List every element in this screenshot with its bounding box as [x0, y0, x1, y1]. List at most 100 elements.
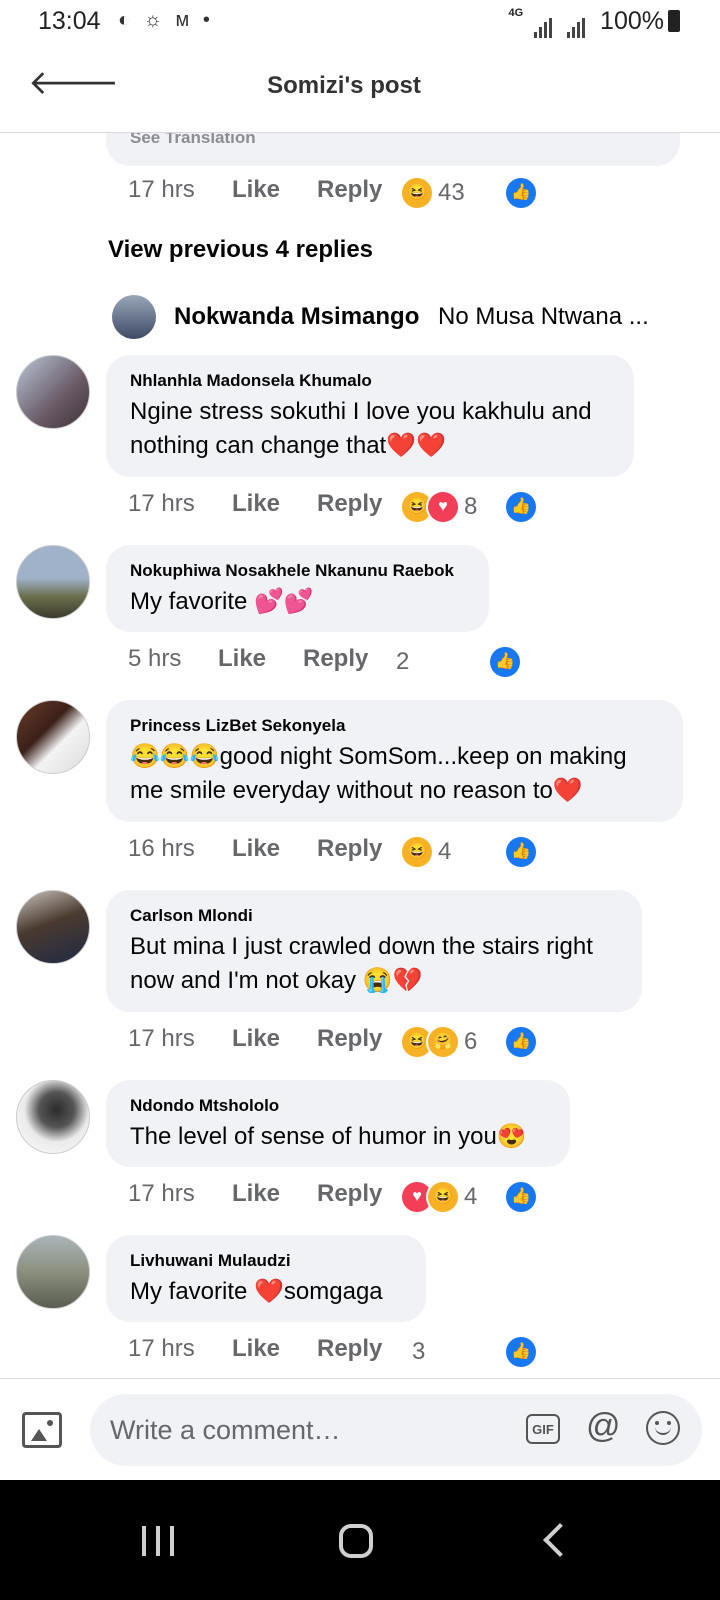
reaction-count: 4 — [438, 838, 452, 865]
comment-author[interactable]: Livhuwani Mulaudzi — [130, 1251, 402, 1271]
comment-composer: GIF @ — [0, 1378, 720, 1479]
reaction-summary[interactable]: 😆 🤗 👍 6 — [402, 1024, 536, 1060]
reaction-count: 8 — [464, 493, 478, 520]
like-button[interactable]: Like — [232, 1021, 280, 1057]
like-reaction-icon: 👍 — [506, 837, 536, 867]
reply-button[interactable]: Reply — [317, 172, 382, 208]
app-header: 🡐 Somizi's post — [0, 44, 720, 133]
like-button[interactable]: Like — [232, 1176, 280, 1212]
reaction-summary[interactable]: 👍 3 — [402, 1334, 536, 1370]
comment-meta: 17 hrs Like Reply 👍 😆 ♥ 8 — [128, 486, 688, 522]
comment-bubble[interactable]: Nokuphiwa Nosakhele Nkanunu Raebok My fa… — [106, 545, 489, 632]
system-nav-bar — [0, 1480, 720, 1600]
comment-text: My favorite ❤️somgaga — [130, 1278, 383, 1305]
emoji-icon[interactable] — [646, 1411, 680, 1445]
avatar[interactable] — [16, 1235, 90, 1309]
like-reaction-icon: 👍 — [506, 492, 536, 522]
signal-icon-2 — [567, 9, 587, 38]
reaction-summary[interactable]: 👍 😆 ♥ 8 — [402, 489, 536, 525]
like-button[interactable]: Like — [218, 641, 266, 677]
signal-icon — [534, 9, 554, 38]
avatar — [112, 295, 156, 339]
home-icon[interactable] — [339, 1524, 373, 1558]
reaction-count: 2 — [396, 648, 410, 675]
like-reaction-icon: 👍 — [506, 178, 536, 208]
mention-button[interactable]: @ — [586, 1407, 621, 1446]
comment-author[interactable]: Carlson Mlondi — [130, 906, 618, 926]
comment-meta: 16 hrs Like Reply 👍 😆 4 — [128, 831, 688, 867]
nav-back-icon[interactable] — [543, 1523, 577, 1557]
avatar[interactable] — [16, 545, 90, 619]
recent-apps-icon[interactable] — [142, 1526, 174, 1556]
comment-author[interactable]: Nhlanhla Madonsela Khumalo — [130, 371, 610, 391]
reaction-summary[interactable]: 👍 😆 4 — [402, 834, 536, 870]
like-reaction-icon: 👍 — [506, 1182, 536, 1212]
reaction-count: 4 — [464, 1183, 478, 1210]
previous-comment-meta: 17 hrs Like Reply 😆 👍 43 — [128, 172, 688, 208]
comment-time: 17 hrs — [128, 490, 195, 517]
comment-bubble[interactable]: Nhlanhla Madonsela Khumalo Ngine stress … — [106, 355, 634, 477]
battery-level: 100% — [600, 7, 664, 35]
comment-time: 17 hrs — [128, 1180, 195, 1207]
comment-text: But mina I just crawled down the stairs … — [130, 933, 593, 994]
comment-text: The level of sense of humor in you😍 — [130, 1123, 527, 1150]
reaction-count: 6 — [464, 1028, 478, 1055]
avatar[interactable] — [16, 890, 90, 964]
reaction-summary[interactable]: 👍 2 — [386, 644, 520, 680]
network-type: 4G — [508, 7, 524, 19]
comment-bubble[interactable]: Ndondo Mtshololo The level of sense of h… — [106, 1080, 570, 1167]
gif-button[interactable]: GIF — [526, 1414, 560, 1444]
status-right: 4G 100% — [508, 7, 680, 38]
avatar[interactable] — [16, 700, 90, 774]
reply-button[interactable]: Reply — [317, 831, 382, 867]
comment-time: 17 hrs — [128, 1025, 195, 1052]
page-title: Somizi's post — [267, 72, 421, 99]
comment-author[interactable]: Nokuphiwa Nosakhele Nkanunu Raebok — [130, 561, 465, 581]
comment-bubble[interactable]: Livhuwani Mulaudzi My favorite ❤️somgaga — [106, 1235, 426, 1322]
collapsed-reply[interactable]: Nokwanda Msimango No Musa Ntwana ... — [112, 295, 692, 339]
status-time: 13:04 — [38, 7, 101, 35]
view-previous-replies-link[interactable]: View previous 4 replies — [108, 236, 373, 264]
like-reaction-icon: 👍 — [506, 1027, 536, 1057]
comment-time: 16 hrs — [128, 835, 195, 862]
comment-time: 17 hrs — [128, 176, 195, 203]
comment-text: 😂😂😂good night SomSom...keep on making me… — [130, 743, 627, 804]
reaction-summary[interactable]: 👍 ♥ 😆 4 — [402, 1179, 536, 1215]
like-reaction-icon: 👍 — [490, 647, 520, 677]
reply-button[interactable]: Reply — [317, 1331, 382, 1367]
comment-author[interactable]: Princess LizBet Sekonyela — [130, 716, 659, 736]
avatar[interactable] — [16, 355, 90, 429]
reply-button[interactable]: Reply — [317, 1021, 382, 1057]
comment-meta: 17 hrs Like Reply 👍 3 — [128, 1331, 688, 1367]
comment-text: My favorite 💕💕 — [130, 588, 314, 615]
reaction-count: 3 — [412, 1338, 426, 1365]
reply-button[interactable]: Reply — [317, 486, 382, 522]
like-button[interactable]: Like — [232, 831, 280, 867]
like-button[interactable]: Like — [232, 172, 280, 208]
comment-time: 17 hrs — [128, 1335, 195, 1362]
avatar[interactable] — [16, 1080, 90, 1154]
haha-reaction-icon: 😆 — [428, 1182, 458, 1212]
comment-bubble[interactable]: Carlson Mlondi But mina I just crawled d… — [106, 890, 642, 1012]
notification-icons: ◐ ☼ ᴍ • — [118, 9, 214, 31]
like-button[interactable]: Like — [232, 1331, 280, 1367]
care-reaction-icon: 🤗 — [428, 1027, 458, 1057]
like-reaction-icon: 👍 — [506, 1337, 536, 1367]
reply-preview: No Musa Ntwana ... — [438, 303, 649, 330]
haha-reaction-icon: 😆 — [402, 178, 432, 208]
comment-author[interactable]: Ndondo Mtshololo — [130, 1096, 546, 1116]
comment-meta: 17 hrs Like Reply 👍 ♥ 😆 4 — [128, 1176, 688, 1212]
reply-button[interactable]: Reply — [303, 641, 368, 677]
comment-meta: 5 hrs Like Reply 👍 2 — [128, 641, 688, 677]
status-bar: 13:04 ◐ ☼ ᴍ • 4G 100% — [0, 0, 720, 44]
reaction-count: 43 — [438, 179, 465, 206]
photo-icon[interactable] — [22, 1412, 62, 1448]
reply-author: Nokwanda Msimango — [174, 303, 420, 330]
love-reaction-icon: ♥ — [428, 492, 458, 522]
comment-text: Ngine stress sokuthi I love you kakhulu … — [130, 398, 592, 459]
comment-bubble[interactable]: Princess LizBet Sekonyela 😂😂😂good night … — [106, 700, 683, 822]
reaction-summary[interactable]: 😆 👍 43 — [402, 175, 536, 211]
like-button[interactable]: Like — [232, 486, 280, 522]
reply-button[interactable]: Reply — [317, 1176, 382, 1212]
haha-reaction-icon: 😆 — [402, 837, 432, 867]
